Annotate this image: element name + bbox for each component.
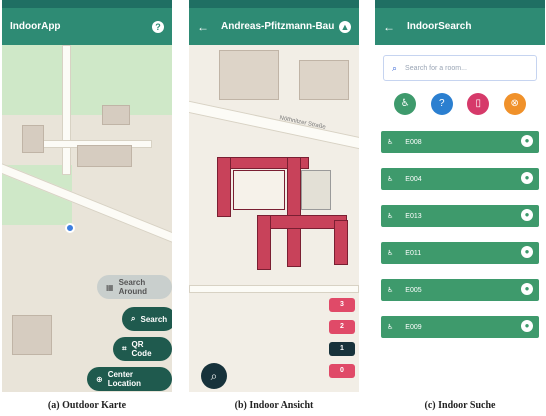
road [62, 45, 71, 175]
room-list-item[interactable]: ♿ E013 ● [381, 205, 539, 227]
app-bar: IndoorApp ? [2, 8, 172, 45]
caption-b: (b) Indoor Ansicht [234, 400, 314, 411]
location-marker [65, 223, 75, 233]
floor-chip[interactable]: 3 [329, 298, 355, 312]
building [12, 315, 52, 355]
map-pin-icon[interactable]: ● [521, 320, 533, 332]
toilet-icon: ♿ [387, 213, 394, 220]
building [22, 125, 44, 153]
back-arrow-icon[interactable]: ← [383, 20, 395, 34]
room-list-item[interactable]: ♿ E004 ● [381, 168, 539, 190]
floorplan-wing-center [287, 157, 301, 267]
app-bar: ← IndoorSearch [375, 8, 545, 45]
center-location-button[interactable]: ⊕ Center Location [87, 367, 172, 391]
search-icon: ⌕ [131, 314, 136, 323]
search-button[interactable]: ⌕ Search [122, 307, 172, 331]
qr-icon: ⌗ [122, 344, 127, 353]
search-placeholder: Search for a room... [405, 64, 467, 72]
app-bar: ← Andreas-Pfitzmann-Bau ▲ [189, 8, 359, 45]
indoor-view-screen: ← Andreas-Pfitzmann-Bau ▲ Nöthnitzer Str… [189, 0, 359, 392]
map-pin-icon[interactable]: ● [521, 283, 533, 295]
status-bar [2, 0, 172, 8]
qr-code-button[interactable]: ⌗ QR Code [113, 337, 172, 361]
map-pin-icon[interactable]: ● [521, 209, 533, 221]
toilet-icon[interactable]: ♿ [394, 93, 417, 115]
toilet-icon: ♿ [387, 176, 394, 183]
toilet-icon: ♿ [387, 250, 394, 257]
outdoor-map-screen: IndoorApp ? ▦ Search Around ⌕ Search ⌗ QR C… [2, 0, 172, 392]
crosshair-icon: ⊕ [96, 374, 103, 384]
park-area [2, 45, 172, 115]
status-bar [189, 0, 359, 8]
search-around-button[interactable]: ▦ Search Around [97, 275, 172, 299]
caption-a: (a) Outdoor Karte [47, 400, 127, 411]
status-bar [375, 0, 545, 8]
toilet-icon: ♿ [387, 139, 394, 146]
building [77, 145, 132, 167]
floor-chip-active[interactable]: 1 [329, 342, 355, 356]
no-icon[interactable]: ⊗ [503, 93, 526, 115]
toilet-icon: ♿ [387, 287, 394, 294]
help-icon[interactable]: ? [152, 20, 164, 33]
room-list-item[interactable]: ♿ E005 ● [381, 279, 539, 301]
floor-chip[interactable]: 0 [329, 364, 355, 378]
search-title: IndoorSearch [407, 21, 472, 32]
floorplan-wing-east [334, 220, 348, 265]
search-icon: ⌕ [392, 62, 398, 73]
map-pin-icon[interactable]: ● [521, 246, 533, 258]
courtyard [233, 170, 285, 210]
building-icon: ▦ [106, 282, 114, 292]
courtyard [301, 170, 331, 210]
back-arrow-icon[interactable]: ← [197, 20, 209, 34]
caption-c: (c) Indoor Suche [424, 400, 496, 411]
map-pin-icon[interactable]: ● [521, 172, 533, 184]
building-icon[interactable]: ▲ [339, 20, 351, 33]
outdoor-map[interactable]: ▦ Search Around ⌕ Search ⌗ QR Code ⊕ Center … [2, 45, 172, 392]
indoor-map[interactable]: Nöthnitzer Straße 3 2 1 0 ⌕ [189, 45, 359, 392]
building [102, 105, 130, 125]
floorplan-wing-southwest [257, 215, 271, 270]
app-title: IndoorApp [10, 21, 61, 32]
road [189, 285, 359, 293]
exit-icon[interactable]: ▯ [467, 93, 490, 115]
search-input[interactable]: ⌕ Search for a room... [383, 55, 537, 81]
room-list-item[interactable]: ♿ E009 ● [381, 316, 539, 338]
room-list-item[interactable]: ♿ E011 ● [381, 242, 539, 264]
building [219, 50, 279, 100]
floor-chip[interactable]: 2 [329, 320, 355, 334]
building [299, 60, 349, 100]
toilet-icon: ♿ [387, 324, 394, 331]
room-list-item[interactable]: ♿ E008 ● [381, 131, 539, 153]
building-title: Andreas-Pfitzmann-Bau [221, 21, 335, 32]
indoor-search-screen: ← IndoorSearch ⌕ Search for a room... ♿ … [375, 0, 545, 392]
map-pin-icon[interactable]: ● [521, 135, 533, 147]
search-icon: ⌕ [210, 369, 218, 383]
floorplan-wing-west [217, 157, 231, 217]
info-icon[interactable]: ? [430, 93, 453, 115]
category-filters: ♿ ? ▯ ⊗ [375, 89, 545, 119]
search-fab[interactable]: ⌕ [201, 363, 227, 389]
road [189, 99, 359, 153]
